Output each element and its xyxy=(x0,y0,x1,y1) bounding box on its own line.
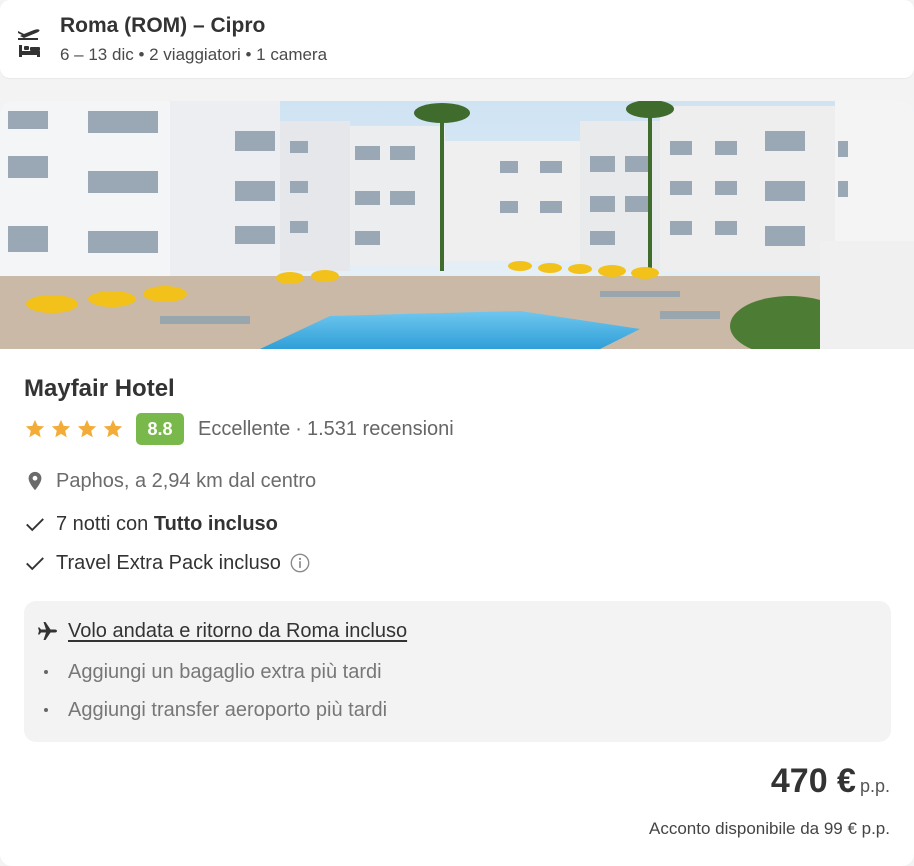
add-baggage-text: Aggiungi un bagaglio extra più tardi xyxy=(68,660,382,683)
location-pin-icon xyxy=(28,471,42,491)
deposit-text: Acconto disponibile da 99 € p.p. xyxy=(648,819,890,838)
price-row: 470 € p.p. xyxy=(771,762,890,806)
location-text: Paphos, a 2,94 km dal centro xyxy=(56,469,317,492)
hotel-card[interactable]: Mayfair Hotel 8.8 Eccellente · 1.531 rec… xyxy=(0,101,914,866)
bullet-dot xyxy=(44,708,48,712)
list-item: Aggiungi un bagaglio extra più tardi xyxy=(44,659,382,685)
flight-and-hotel-icon xyxy=(16,22,46,58)
feature-all-inclusive: 7 notti con Tutto incluso xyxy=(24,510,278,538)
search-subtitle: 6 – 13 dic • 2 viaggiatori • 1 camera xyxy=(60,45,328,64)
add-transfer-text: Aggiungi transfer aeroporto più tardi xyxy=(68,698,388,721)
info-icon[interactable] xyxy=(289,552,311,574)
star-icon xyxy=(51,419,71,438)
price-amount: 470 € xyxy=(770,762,856,800)
check-icon xyxy=(26,518,44,532)
hotel-location: Paphos, a 2,94 km dal centro xyxy=(24,467,316,495)
review-score-label: Eccellente xyxy=(198,417,291,440)
list-item: Aggiungi transfer aeroporto più tardi xyxy=(44,697,387,723)
rating-row: 8.8 Eccellente · 1.531 recensioni xyxy=(24,413,454,445)
star-rating xyxy=(24,418,124,440)
hotel-photo[interactable] xyxy=(0,101,914,349)
flight-heading: Volo andata e ritorno da Roma incluso xyxy=(36,619,407,643)
separator-dot: · xyxy=(295,417,302,440)
review-score-badge: 8.8 xyxy=(136,413,184,445)
hotel-name[interactable]: Mayfair Hotel xyxy=(24,375,175,403)
review-count[interactable]: 1.531 recensioni xyxy=(307,418,454,441)
star-icon xyxy=(25,419,45,438)
price-unit: p.p. xyxy=(859,776,890,796)
bullet-dot xyxy=(44,670,48,674)
star-icon xyxy=(103,419,123,438)
nights-prefix: 7 notti con xyxy=(56,512,154,535)
board-type: Tutto incluso xyxy=(153,512,278,535)
search-title: Roma (ROM) – Cipro xyxy=(60,14,266,37)
flight-link[interactable]: Volo andata e ritorno da Roma incluso xyxy=(68,620,407,643)
flight-info-box: Volo andata e ritorno da Roma incluso Ag… xyxy=(24,601,891,742)
star-icon xyxy=(77,419,97,438)
extra-pack-text: Travel Extra Pack incluso xyxy=(56,551,281,574)
search-summary-card[interactable]: Roma (ROM) – Cipro 6 – 13 dic • 2 viaggi… xyxy=(0,0,914,78)
airplane-icon xyxy=(38,622,57,640)
check-icon xyxy=(26,557,44,571)
feature-extra-pack: Travel Extra Pack incluso xyxy=(24,549,311,577)
